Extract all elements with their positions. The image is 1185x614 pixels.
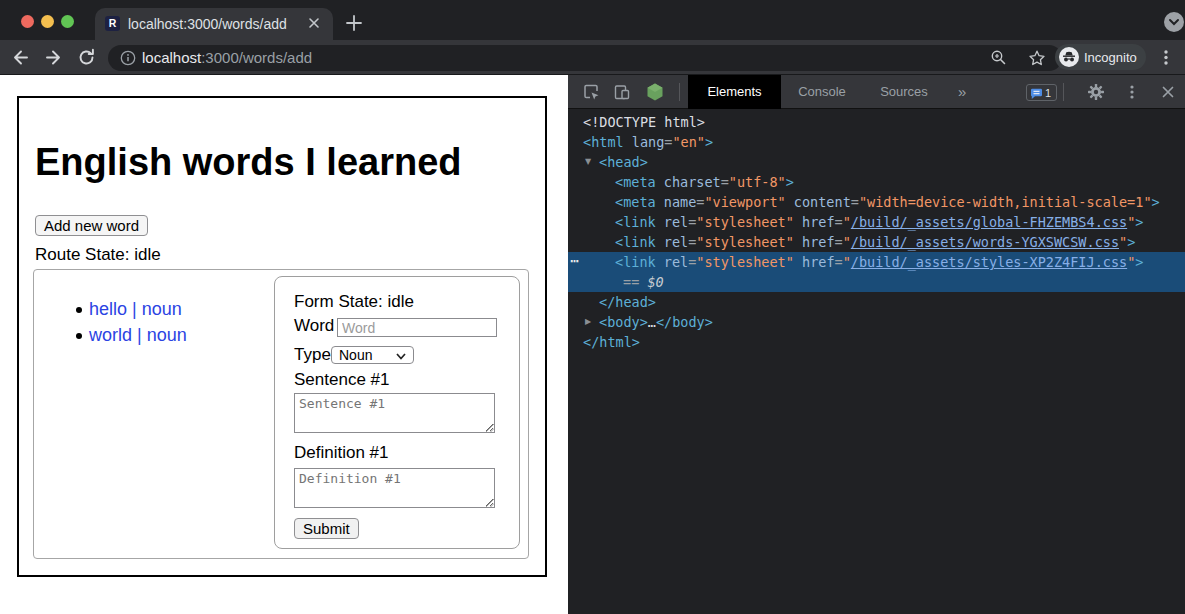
definition-label: Definition #1 [294, 443, 389, 463]
incognito-badge: Incognito [1055, 44, 1146, 70]
more-tabs-button[interactable]: » [958, 75, 966, 109]
address-bar: localhost:3000/words/add Incognito [0, 40, 1185, 75]
issues-bubble-icon [1030, 88, 1043, 100]
code-line[interactable]: <link rel="stylesheet" href="/build/_ass… [568, 232, 1185, 252]
page-title: English words I learned [35, 143, 462, 181]
node-extension-icon[interactable] [645, 82, 665, 102]
browser-window: R localhost:3000/words/add localhost:300… [0, 0, 1185, 614]
code-line[interactable]: <html lang="en"> [568, 132, 1185, 152]
browser-tab[interactable]: R localhost:3000/words/add [95, 8, 333, 40]
word-link[interactable]: world | noun [89, 325, 187, 345]
devtools-close-icon[interactable] [1160, 84, 1176, 100]
reload-button[interactable] [77, 48, 96, 67]
menu-icon[interactable] [1158, 48, 1174, 67]
collapse-arrow-icon[interactable]: ▶ [585, 312, 591, 332]
word-list-item: world | noun [76, 322, 187, 348]
device-toolbar-icon[interactable] [613, 83, 631, 101]
traffic-light-close[interactable] [21, 15, 34, 28]
devtools-tab-elements[interactable]: Elements [688, 75, 781, 109]
form-state-text: Form State: idle [294, 292, 414, 312]
resize-handle-icon[interactable] [484, 422, 495, 433]
back-button[interactable] [11, 48, 30, 67]
inspect-element-icon[interactable] [582, 83, 600, 101]
traffic-light-minimize[interactable] [41, 15, 54, 28]
word-input[interactable] [337, 318, 497, 337]
type-select[interactable]: Noun [331, 346, 414, 364]
traffic-light-zoom[interactable] [61, 15, 74, 28]
word-list-item: hello | noun [76, 296, 187, 322]
definition-textarea[interactable] [294, 468, 495, 508]
select-chevron-icon [396, 353, 406, 360]
type-label: Type [294, 345, 331, 365]
devtools-menu-icon[interactable] [1127, 83, 1137, 101]
web-page: English words I learned Add new word Rou… [0, 75, 568, 614]
submit-button[interactable]: Submit [294, 518, 359, 539]
issues-count: 1 [1045, 87, 1051, 99]
sentence-label: Sentence #1 [294, 370, 389, 390]
issues-counter[interactable]: 1 [1026, 84, 1057, 101]
code-line[interactable]: <link rel="stylesheet" href="/build/_ass… [568, 212, 1185, 232]
devtools-dom-tree: <!DOCTYPE html><html lang="en">▼<head><m… [568, 112, 1185, 352]
bookmark-star-icon[interactable] [1028, 49, 1046, 67]
code-line[interactable]: </html> [568, 332, 1185, 352]
url-bar[interactable]: localhost:3000/words/add [108, 45, 1062, 71]
type-select-value: Noun [339, 347, 372, 363]
word-link[interactable]: hello | noun [89, 299, 182, 319]
code-line[interactable]: == $0 [568, 272, 1185, 292]
code-line[interactable]: <meta name="viewport" content="width=dev… [568, 192, 1185, 212]
incognito-label: Incognito [1084, 50, 1137, 65]
add-word-form: Form State: idle Word Type Noun Sentence… [274, 276, 520, 549]
devtools-toolbar: ElementsConsoleSources » 1 [568, 75, 1185, 109]
tab-search-button[interactable] [1164, 12, 1184, 32]
toolbar-separator [679, 83, 680, 101]
settings-gear-icon[interactable] [1087, 83, 1105, 101]
new-tab-button[interactable] [344, 13, 364, 33]
info-icon[interactable] [120, 50, 136, 66]
sentence-textarea[interactable] [294, 393, 495, 433]
page-container: English words I learned Add new word Rou… [17, 96, 547, 577]
chevron-down-icon [1164, 12, 1184, 32]
code-line[interactable]: <meta charset="utf-8"> [568, 172, 1185, 192]
resize-handle-icon[interactable] [484, 497, 495, 508]
tab-title: localhost:3000/words/add [128, 16, 287, 32]
incognito-icon [1059, 47, 1079, 67]
zoom-icon[interactable] [990, 49, 1007, 66]
add-new-word-button[interactable]: Add new word [35, 215, 148, 236]
word-list: hello | noun world | noun [76, 296, 187, 348]
route-state-text: Route State: idle [35, 245, 161, 265]
devtools-tab-console[interactable]: Console [781, 75, 863, 109]
code-line[interactable]: </head> [568, 292, 1185, 312]
toolbar-separator [1063, 83, 1064, 101]
forward-button[interactable] [44, 48, 63, 67]
remix-favicon-icon: R [105, 16, 120, 31]
code-line[interactable]: ▶<body>…</body> [568, 312, 1185, 332]
tab-strip: R localhost:3000/words/add [0, 0, 1185, 40]
expand-arrow-icon[interactable]: ▼ [585, 152, 591, 172]
words-panel: hello | noun world | noun Form State: idl… [33, 269, 529, 559]
code-line[interactable]: ⋯<link rel="stylesheet" href="/build/_as… [568, 252, 1185, 272]
devtools-panel: ElementsConsoleSources » 1 <!DOCTYPE htm… [568, 75, 1185, 614]
line-overflow-dots[interactable]: ⋯ [570, 251, 579, 271]
code-line[interactable]: <!DOCTYPE html> [568, 112, 1185, 132]
tab-close-icon[interactable] [303, 12, 325, 34]
url-text: localhost:3000/words/add [142, 49, 312, 66]
devtools-tab-sources[interactable]: Sources [863, 75, 945, 109]
word-label: Word [294, 316, 334, 336]
code-line[interactable]: ▼<head> [568, 152, 1185, 172]
